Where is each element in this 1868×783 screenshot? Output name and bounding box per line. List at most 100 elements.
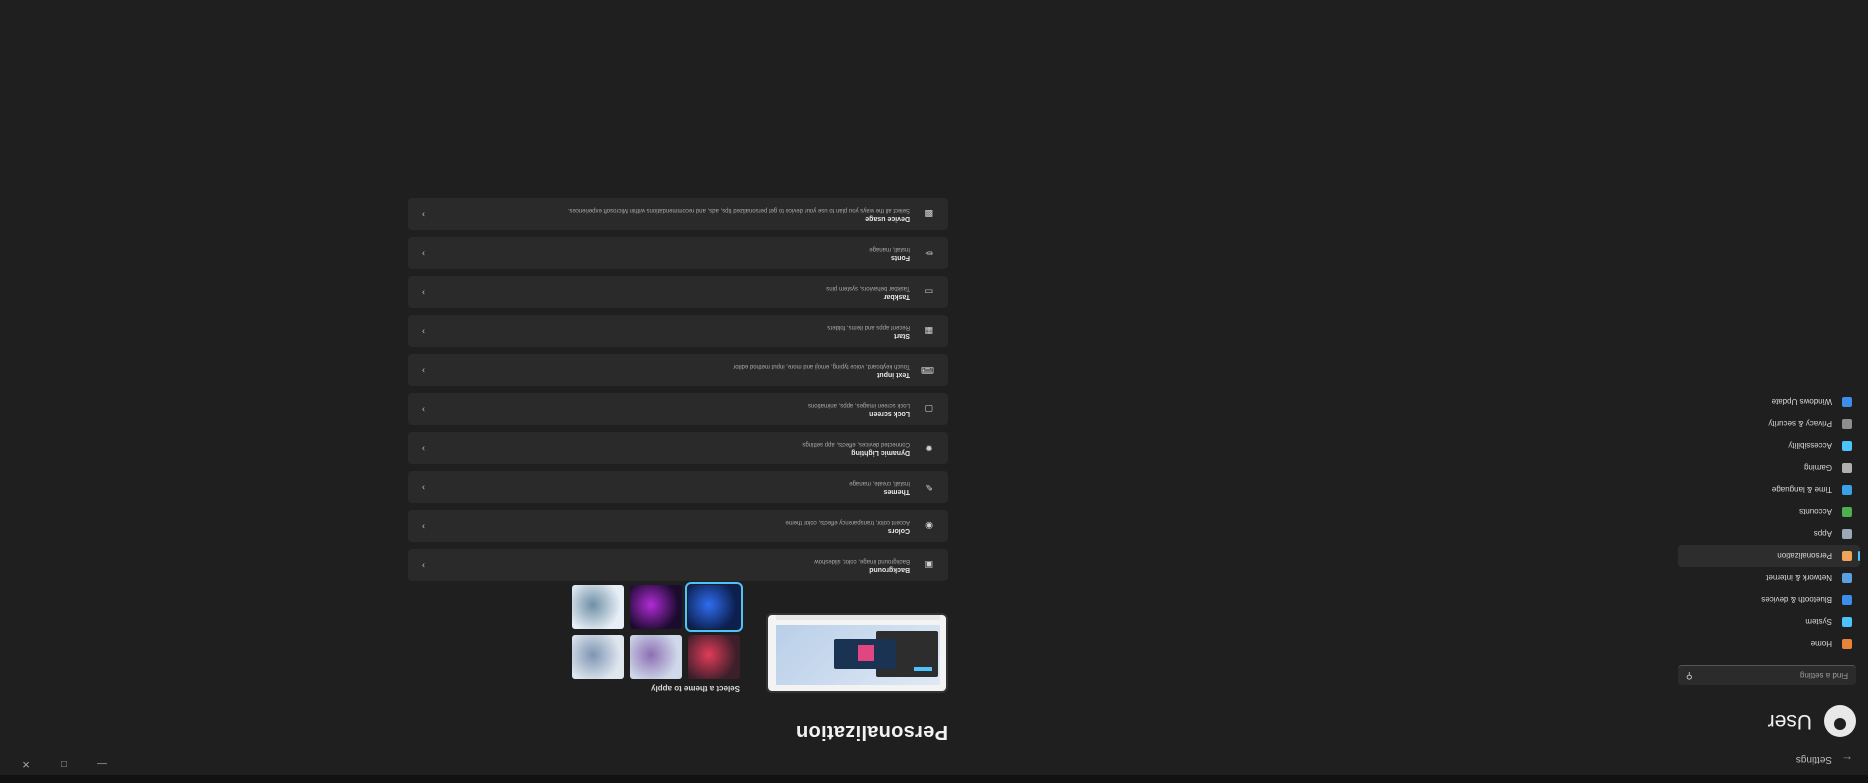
card-text: Fonts Install, manage [869, 244, 910, 262]
card-description: Recent apps and items, folders [827, 324, 910, 330]
taskbar-icon: ▭ [924, 287, 934, 297]
minimize-icon[interactable]: — [96, 758, 108, 769]
sidebar-item-label: Windows Update [1771, 397, 1832, 407]
font-icon: ✏ [925, 248, 933, 258]
theme-thumbnail[interactable] [630, 635, 682, 679]
card-text: Taskbar Taskbar behaviors, system pins [826, 283, 910, 301]
sidebar-item-label: Accessibility [1788, 441, 1832, 451]
card-description: Taskbar behaviors, system pins [826, 285, 910, 291]
sidebar-item-bluetooth-devices[interactable]: Bluetooth & devices [1678, 589, 1860, 611]
image-icon: ▣ [924, 560, 934, 570]
sidebar-item-personalization[interactable]: Personalization [1678, 545, 1860, 567]
gamepad-icon [1842, 463, 1852, 473]
back-arrow-icon[interactable]: ← [1840, 753, 1854, 767]
search-input[interactable]: Find a setting ⚲ [1678, 665, 1856, 685]
chevron-right-icon: › [422, 288, 425, 298]
update-icon [1842, 397, 1852, 407]
chevron-right-icon: › [422, 561, 425, 571]
sidebar-item-time-language[interactable]: Time & language [1678, 479, 1860, 501]
settings-cards: ▣ Background Background image, color, slid… [408, 191, 948, 581]
card-text: Start Recent apps and items, folders [827, 322, 910, 340]
card-text: Themes Install, create, manage [849, 478, 910, 496]
sidebar-item-label: Personalization [1777, 551, 1832, 561]
accessibility-icon [1842, 441, 1852, 451]
theme-thumbnail[interactable] [685, 582, 743, 632]
keyboard-icon: ⌨ [921, 365, 934, 375]
search-placeholder: Find a setting [1799, 671, 1848, 680]
theme-thumbnail[interactable] [688, 635, 740, 679]
chevron-right-icon: › [422, 366, 425, 376]
chevron-right-icon: › [422, 483, 425, 493]
card-title: Start [894, 332, 910, 339]
settings-card-colors[interactable]: ◉ Colors Accent color, transparency effect… [408, 510, 948, 542]
settings-card-themes[interactable]: ✎ Themes Install, create, manage › [408, 471, 948, 503]
card-text: Lock screen Lock screen images, apps, ani… [808, 400, 910, 418]
brush-icon: ✎ [925, 482, 933, 492]
card-description: Select all the ways you plan to use your… [567, 207, 910, 213]
sidebar-item-label: Time & language [1771, 485, 1832, 495]
sidebar-item-label: Accounts [1799, 507, 1832, 517]
card-text: Dynamic Lighting Connected devices, effec… [802, 439, 910, 457]
close-icon[interactable]: ✕ [20, 758, 32, 769]
sidebar-item-home[interactable]: Home [1678, 633, 1860, 655]
sidebar-item-privacy-security[interactable]: Privacy & security [1678, 413, 1860, 435]
sidebar-item-accessibility[interactable]: Accessibility [1678, 435, 1860, 457]
bluetooth-icon [1842, 595, 1852, 605]
sidebar-item-label: Apps [1813, 529, 1832, 539]
card-text: Text input Touch keyboard, voice typing, … [733, 361, 910, 379]
chevron-right-icon: › [422, 522, 425, 532]
maximize-icon[interactable]: □ [58, 758, 70, 769]
card-description: Connected devices, effects, app settings [802, 441, 910, 447]
sidebar-item-gaming[interactable]: Gaming [1678, 457, 1860, 479]
theme-thumbnail[interactable] [630, 585, 682, 629]
card-title: Background [869, 566, 910, 573]
sidebar-item-label: Network & internet [1766, 573, 1832, 583]
settings-card-fonts[interactable]: ✏ Fonts Install, manage › [408, 237, 948, 269]
start-icon: ▦ [924, 326, 934, 336]
globe-icon [1842, 485, 1852, 495]
user-profile[interactable]: User [1670, 705, 1856, 737]
network-icon [1842, 573, 1852, 583]
main-content: Personalization Select a theme to apply … [408, 0, 948, 783]
card-title: Dynamic Lighting [851, 449, 910, 456]
sidebar-nav: Home System Bluetooth & devices Network & i… [1670, 391, 1860, 655]
sidebar-item-accounts[interactable]: Accounts [1678, 501, 1860, 523]
sidebar-item-system[interactable]: System [1678, 611, 1860, 633]
settings-card-dynamic-lighting[interactable]: ✹ Dynamic Lighting Connected devices, effe… [408, 432, 948, 464]
window-controls: — □ ✕ [20, 758, 108, 769]
sidebar-item-apps[interactable]: Apps [1678, 523, 1860, 545]
palette-icon: ◉ [925, 521, 933, 531]
settings-card-device-usage[interactable]: ▩ Device usage Select all the ways you pla… [408, 198, 948, 230]
card-title: Lock screen [869, 410, 910, 417]
sidebar-item-label: Home [1810, 639, 1832, 649]
settings-card-start[interactable]: ▦ Start Recent apps and items, folders › [408, 315, 948, 347]
chevron-right-icon: › [422, 327, 425, 337]
preview-window [834, 639, 896, 669]
settings-card-taskbar[interactable]: ▭ Taskbar Taskbar behaviors, system pins › [408, 276, 948, 308]
settings-card-background[interactable]: ▣ Background Background image, color, slid… [408, 549, 948, 581]
settings-card-lock-screen[interactable]: ▢ Lock screen Lock screen images, apps, an… [408, 393, 948, 425]
settings-window: ← Settings — □ ✕ User Find a setting ⚲ H… [0, 0, 1868, 783]
chevron-right-icon: › [422, 405, 425, 415]
sidebar-item-windows-update[interactable]: Windows Update [1678, 391, 1860, 413]
theme-thumbnail[interactable] [572, 635, 624, 679]
sidebar: User Find a setting ⚲ Home System Bluetoot… [1670, 43, 1860, 743]
theme-preview [766, 613, 948, 693]
shield-icon [1842, 419, 1852, 429]
card-description: Touch keyboard, voice typing, emoji and … [733, 363, 910, 369]
theme-thumbnail[interactable] [572, 585, 624, 629]
card-description: Accent color, transparency effects, colo… [785, 519, 910, 525]
card-description: Install, create, manage [849, 480, 910, 486]
card-description: Install, manage [869, 246, 910, 252]
sidebar-item-label: Privacy & security [1768, 419, 1832, 429]
avatar [1824, 705, 1856, 737]
card-description: Lock screen images, apps, animations [807, 402, 910, 408]
settings-card-text-input[interactable]: ⌨ Text input Touch keyboard, voice typing,… [408, 354, 948, 386]
chevron-right-icon: › [422, 444, 425, 454]
sidebar-item-label: Bluetooth & devices [1761, 595, 1832, 605]
device-usage-icon: ▩ [924, 209, 934, 219]
card-title: Taskbar [883, 293, 910, 300]
window-title: Settings [1795, 754, 1832, 766]
sidebar-item-network-internet[interactable]: Network & internet [1678, 567, 1860, 589]
preview-taskbar [776, 615, 940, 620]
